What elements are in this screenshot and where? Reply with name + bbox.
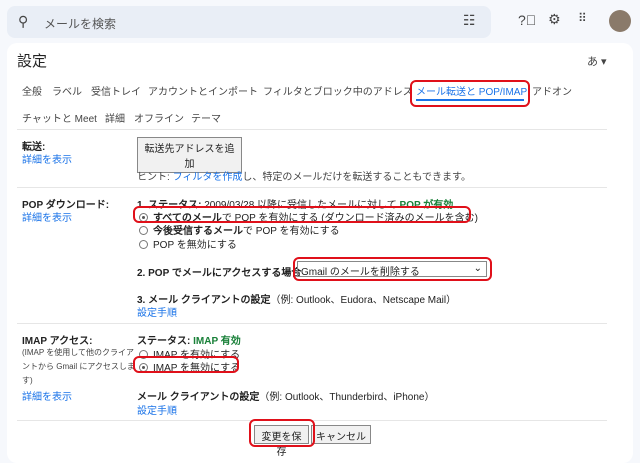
annotation-highlight (249, 419, 315, 447)
annotation-highlight (410, 80, 530, 107)
help-icon[interactable]: ?⃝ (518, 12, 536, 28)
annotation-highlight (133, 206, 471, 223)
divider (17, 129, 607, 130)
hint-text: し、特定のメールだけを転送することもできます。 (242, 172, 471, 183)
apps-grid-icon[interactable]: ⠿ (578, 11, 587, 25)
input-tools-button[interactable]: あ ▾ (587, 53, 607, 69)
annotation-highlight (133, 356, 239, 373)
radio-pop-new-mail[interactable]: 今後受信するメールで POP を有効にする (139, 222, 340, 237)
radio-pop-disable[interactable]: POP を無効にする (139, 236, 237, 251)
imap-details-link[interactable]: 詳細を表示 (22, 388, 72, 403)
tab-filters[interactable]: フィルタとブロック中のアドレス (263, 83, 413, 98)
filter-options-icon[interactable]: ☷ (463, 12, 476, 29)
tab-general[interactable]: 全般 (22, 83, 42, 98)
tab-advanced[interactable]: 詳細 (105, 110, 125, 125)
divider (17, 323, 607, 324)
tab-themes[interactable]: テーマ (191, 110, 221, 125)
search-input[interactable]: メールを検索 (44, 15, 116, 32)
forwarding-details-link[interactable]: 詳細を表示 (22, 151, 72, 166)
create-filter-link[interactable]: フィルタを作成 (173, 172, 243, 183)
radio[interactable] (139, 240, 148, 249)
imap-client-examples: （例: Outlook、Thunderbird、iPhone） (259, 392, 435, 403)
radio[interactable] (139, 226, 148, 235)
tab-offline[interactable]: オフライン (134, 110, 184, 125)
imap-description: ントから Gmail にアクセスしま (22, 362, 135, 371)
imap-label: IMAP アクセス: (22, 336, 93, 347)
tab-chat-meet[interactable]: チャットと Meet (22, 110, 97, 125)
pop-details-link[interactable]: 詳細を表示 (22, 209, 72, 224)
tab-addons[interactable]: アドオン (532, 83, 572, 98)
option-text: で POP を有効にする (243, 226, 340, 237)
imap-description: す) (22, 376, 33, 385)
hint-prefix: ヒント: (137, 172, 173, 183)
imap-setup-link[interactable]: 設定手順 (137, 402, 177, 417)
pop-client-examples: （例: Outlook、Eudora、Netscape Mail） (270, 295, 457, 306)
tab-inbox[interactable]: 受信トレイ (91, 83, 141, 98)
pop-access-label: 2. POP でメールにアクセスする場合 (137, 268, 302, 279)
tab-accounts[interactable]: アカウントとインポート (148, 83, 258, 98)
annotation-highlight (293, 257, 492, 281)
page-title: 設定 (17, 53, 48, 70)
pop-setup-link[interactable]: 設定手順 (137, 304, 177, 319)
cancel-button[interactable]: キャンセル (311, 425, 371, 444)
option-text: POP を無効にする (153, 240, 237, 251)
gear-icon[interactable]: ⚙ (548, 11, 561, 28)
search-icon[interactable]: ⚲ (18, 13, 28, 30)
avatar[interactable] (609, 10, 631, 32)
imap-description: (IMAP を使用して他のクライア (22, 348, 135, 357)
divider (17, 187, 607, 188)
tab-labels[interactable]: ラベル (52, 83, 82, 98)
